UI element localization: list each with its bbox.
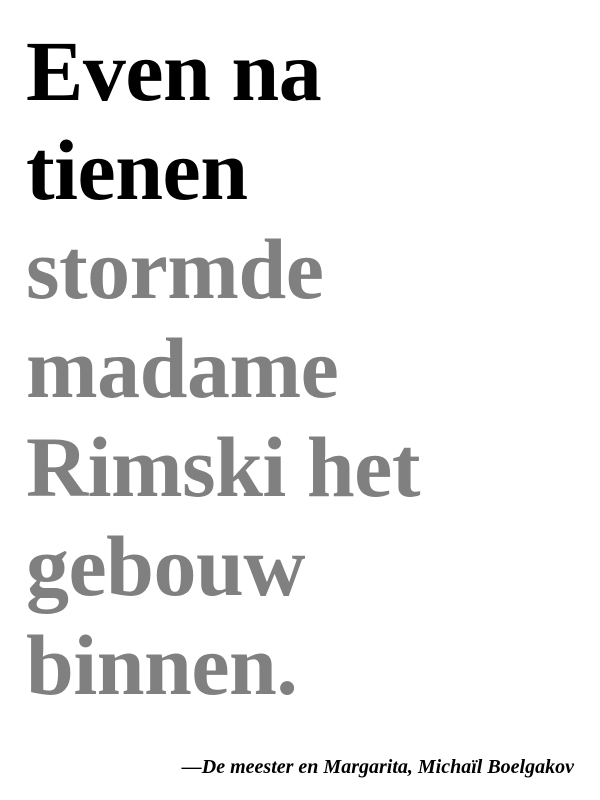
quote-line-5: Rimski het [26,419,420,515]
quote-line-2: tienen [26,122,248,218]
quote-attribution: —De meester en Margarita, Michaïl Boelga… [181,756,574,778]
quote-line-6: gebouw [26,518,305,614]
quote-line-3: stormde [26,221,324,317]
quote-line-7: binnen. [26,617,298,713]
quote-text: Even na tienen stormde madame Rimski het… [26,22,586,715]
quote-line-4: madame [26,320,339,416]
quote-line-1: Even na [26,23,322,119]
